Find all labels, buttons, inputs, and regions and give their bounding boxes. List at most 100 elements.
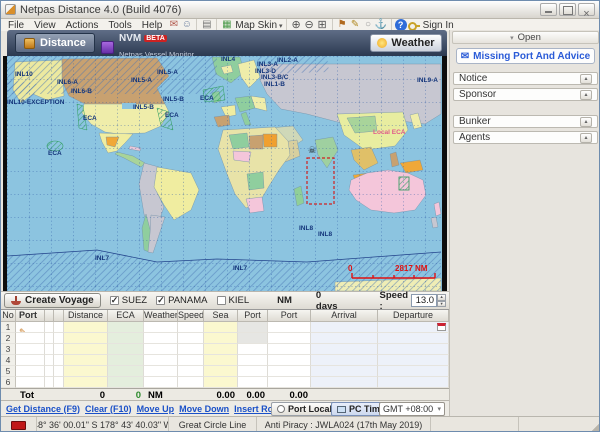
map-skin-label[interactable]: Map Skin — [235, 20, 277, 31]
speed-down-icon[interactable]: ▼ — [437, 301, 446, 308]
table-cell[interactable] — [378, 322, 449, 333]
menu-tools[interactable]: Tools — [103, 20, 136, 31]
table-cell[interactable] — [45, 322, 54, 333]
chevron-down-icon[interactable]: ▾ — [279, 23, 283, 30]
close-button[interactable] — [578, 3, 595, 16]
table-cell[interactable] — [178, 377, 204, 388]
section-agents[interactable]: Agents▴ — [453, 131, 598, 144]
section-bunker[interactable]: Bunker▴ — [453, 115, 598, 128]
table-cell[interactable] — [64, 333, 108, 344]
table-cell[interactable] — [311, 355, 378, 366]
table-cell[interactable] — [54, 377, 64, 388]
table-cell[interactable] — [54, 333, 64, 344]
link-get-distance-f9-[interactable]: Get Distance (F9) — [6, 404, 80, 414]
open-header[interactable]: ▾ Open — [452, 31, 599, 44]
table-cell[interactable] — [45, 377, 54, 388]
table-cell[interactable] — [204, 366, 238, 377]
table-cell[interactable] — [311, 366, 378, 377]
checkbox-kiel[interactable] — [217, 296, 226, 305]
section-notice[interactable]: Notice▴ — [453, 72, 598, 85]
canal-suez[interactable]: SUEZ — [110, 295, 147, 306]
table-cell[interactable] — [54, 322, 64, 333]
table-cell[interactable] — [268, 366, 311, 377]
speed-stepper[interactable]: 13.0 ▲ ▼ — [411, 294, 446, 307]
tab-distance[interactable]: Distance — [15, 33, 95, 53]
collapse-up-icon[interactable]: ▴ — [580, 117, 592, 127]
minimize-button[interactable] — [540, 3, 557, 16]
table-cell[interactable] — [204, 355, 238, 366]
canal-panama[interactable]: PANAMA — [156, 295, 207, 306]
table-cell[interactable] — [378, 355, 449, 366]
missing-port-button[interactable]: Missing Port And Advice — [456, 48, 595, 64]
timezone-dropdown[interactable]: GMT +08:00 ▾ — [379, 402, 445, 416]
table-cell[interactable] — [16, 333, 45, 344]
collapse-up-icon[interactable]: ▴ — [580, 74, 592, 84]
table-cell[interactable] — [45, 344, 54, 355]
table-cell[interactable] — [204, 344, 238, 355]
table-cell[interactable] — [178, 322, 204, 333]
table-cell[interactable] — [268, 333, 311, 344]
table-cell[interactable] — [144, 322, 178, 333]
table-cell[interactable] — [378, 333, 449, 344]
table-cell[interactable] — [108, 377, 144, 388]
create-voyage-button[interactable]: Create Voyage — [4, 293, 101, 308]
collapse-up-icon[interactable]: ▴ — [580, 133, 592, 143]
table-cell[interactable] — [238, 322, 268, 333]
link-move-up[interactable]: Move Up — [137, 404, 175, 414]
table-cell[interactable] — [378, 344, 449, 355]
speed-input[interactable]: 13.0 — [411, 294, 437, 307]
table-cell[interactable] — [16, 377, 45, 388]
table-cell[interactable] — [268, 322, 311, 333]
checkbox-panama[interactable] — [156, 296, 165, 305]
resize-grip[interactable] — [590, 423, 599, 432]
table-cell[interactable] — [204, 377, 238, 388]
table-cell[interactable] — [108, 366, 144, 377]
table-cell[interactable] — [378, 377, 449, 388]
table-cell[interactable] — [108, 322, 144, 333]
weather-button[interactable]: Weather — [370, 34, 442, 52]
sign-in-label[interactable]: Sign In — [423, 20, 454, 31]
table-cell[interactable] — [54, 355, 64, 366]
canal-kiel[interactable]: KIEL — [217, 295, 250, 306]
table-cell[interactable] — [144, 366, 178, 377]
link-move-down[interactable]: Move Down — [179, 404, 229, 414]
table-cell[interactable] — [268, 344, 311, 355]
table-cell[interactable] — [238, 344, 268, 355]
table-cell[interactable] — [108, 344, 144, 355]
collapse-up-icon[interactable]: ▴ — [580, 90, 592, 100]
table-cell[interactable] — [238, 333, 268, 344]
calendar-icon[interactable] — [437, 323, 446, 331]
table-cell[interactable] — [204, 333, 238, 344]
table-cell[interactable] — [311, 322, 378, 333]
table-cell[interactable] — [45, 366, 54, 377]
world-map[interactable]: INL10INL10-EXCEPTIONINL6-AINL6-BINL5-AIN… — [3, 56, 447, 291]
table-cell[interactable] — [108, 333, 144, 344]
table-cell[interactable] — [311, 333, 378, 344]
table-cell[interactable] — [178, 366, 204, 377]
table-cell[interactable] — [238, 355, 268, 366]
table-cell[interactable] — [64, 377, 108, 388]
table-cell[interactable] — [268, 355, 311, 366]
table-cell[interactable] — [108, 355, 144, 366]
table-cell[interactable] — [45, 355, 54, 366]
table-cell[interactable] — [268, 377, 311, 388]
table-cell[interactable] — [16, 355, 45, 366]
table-cell[interactable] — [144, 344, 178, 355]
table-cell[interactable] — [311, 377, 378, 388]
table-cell[interactable] — [64, 322, 108, 333]
port-local-toggle[interactable]: Port Local — [271, 402, 338, 416]
menu-file[interactable]: File — [3, 20, 29, 31]
link-clear-f10-[interactable]: Clear (F10) — [85, 404, 132, 414]
table-cell[interactable] — [16, 344, 45, 355]
table-cell[interactable] — [311, 344, 378, 355]
table-cell[interactable] — [144, 333, 178, 344]
table-cell[interactable] — [204, 322, 238, 333]
table-cell[interactable] — [54, 366, 64, 377]
table-cell[interactable] — [378, 366, 449, 377]
table-cell[interactable] — [45, 333, 54, 344]
table-cell[interactable] — [238, 377, 268, 388]
table-cell[interactable] — [178, 333, 204, 344]
table-cell[interactable] — [54, 344, 64, 355]
table-cell[interactable] — [64, 355, 108, 366]
checkbox-suez[interactable] — [110, 296, 119, 305]
